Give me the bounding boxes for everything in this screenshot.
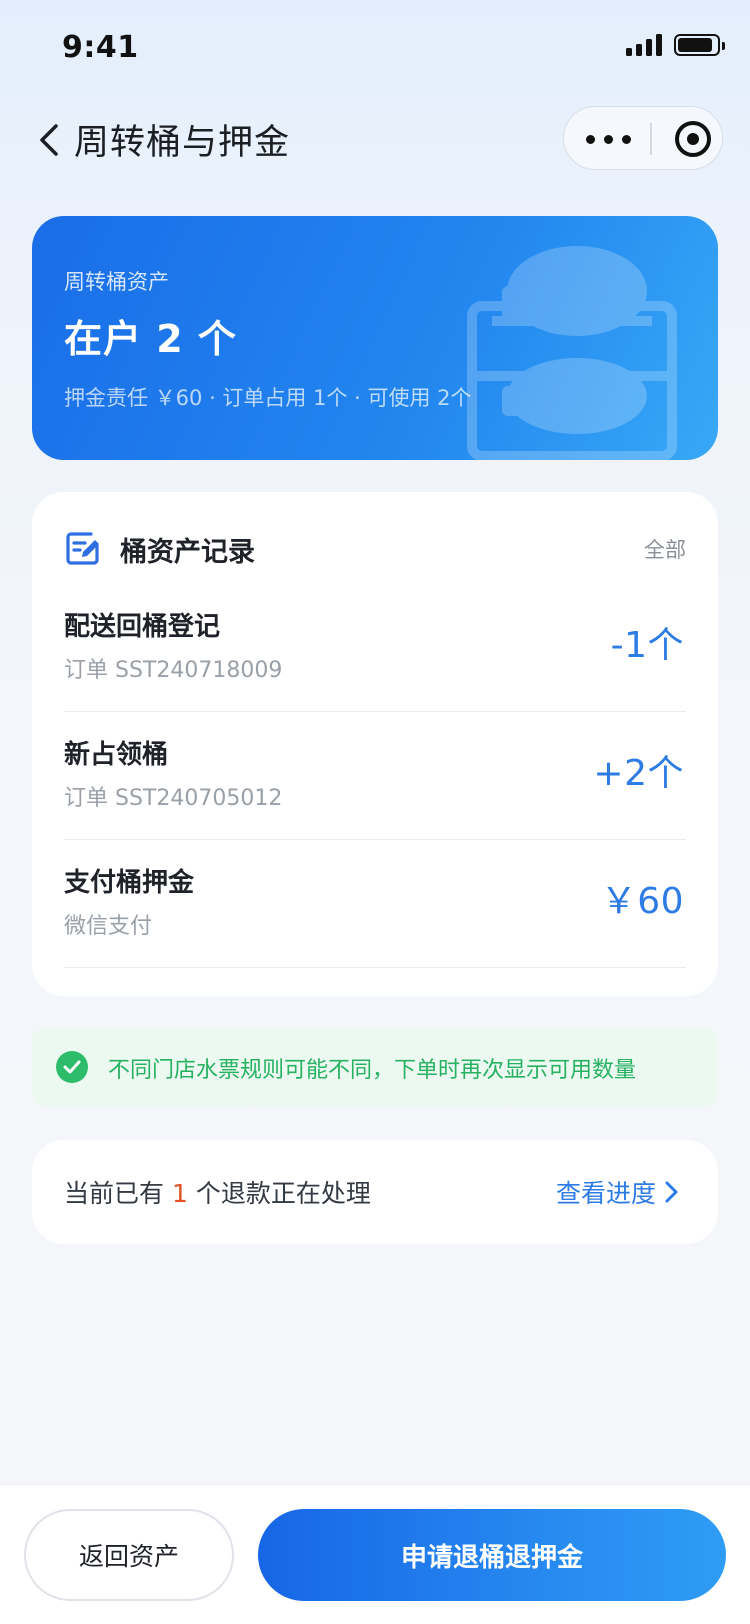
capsule-divider xyxy=(650,123,652,155)
more-icon[interactable] xyxy=(586,125,632,153)
refund-count: 1 xyxy=(172,1179,188,1208)
status-bar: 9:41 xyxy=(0,0,750,96)
bottom-action-bar: 返回资产 申请退桶退押金 xyxy=(0,1484,750,1624)
asset-summary-card: 周转桶资产 在户 2 个 押金责任 ￥60 · 订单占用 1个 · 可使用 2个 xyxy=(32,216,718,460)
refund-status-text: 当前已有 1 个退款正在处理 xyxy=(64,1174,371,1210)
records-view-all-link[interactable]: 全部 xyxy=(644,534,686,564)
refund-prefix: 当前已有 xyxy=(64,1179,165,1208)
record-title: 新占领桶 xyxy=(64,740,169,770)
back-to-assets-button[interactable]: 返回资产 xyxy=(24,1509,234,1601)
records-edit-icon xyxy=(66,532,99,565)
bucket-records-card: 桶资产记录 全部 配送回桶登记 订单 SST240718009 -1个 新占领桶… xyxy=(32,492,718,996)
notice-text: 不同门店水票规则可能不同，下单时再次显示可用数量 xyxy=(108,1058,637,1083)
asset-count: 在户 2 个 xyxy=(64,317,237,361)
view-progress-link[interactable]: 查看进度 xyxy=(556,1174,656,1210)
page-title: 周转桶与押金 xyxy=(74,123,291,163)
asset-label: 周转桶资产 xyxy=(64,270,169,294)
asset-meta: 押金责任 ￥60 · 订单占用 1个 · 可使用 2个 xyxy=(64,386,472,410)
record-subtitle: 微信支付 xyxy=(64,914,153,939)
close-target-icon[interactable] xyxy=(675,121,711,157)
refund-status-bar[interactable]: 当前已有 1 个退款正在处理 查看进度 xyxy=(32,1140,718,1244)
records-title: 桶资产记录 xyxy=(120,537,255,568)
request-refund-button[interactable]: 申请退桶退押金 xyxy=(258,1509,726,1601)
record-value: -1个 xyxy=(610,625,684,666)
rules-notice: 不同门店水票规则可能不同，下单时再次显示可用数量 xyxy=(32,1028,718,1106)
record-value: +2个 xyxy=(593,753,684,794)
signal-icon xyxy=(626,34,662,56)
record-subtitle: 订单 SST240705012 xyxy=(64,786,283,811)
record-value: ￥60 xyxy=(600,881,684,922)
refund-suffix: 个退款正在处理 xyxy=(195,1179,371,1208)
mini-program-capsule xyxy=(563,106,723,170)
back-icon[interactable] xyxy=(30,118,74,162)
record-row[interactable]: 配送回桶登记 订单 SST240718009 -1个 xyxy=(64,584,686,712)
check-circle-icon xyxy=(56,1051,88,1083)
record-title: 支付桶押金 xyxy=(64,868,195,898)
nav-bar: 周转桶与押金 xyxy=(0,96,750,184)
record-title: 配送回桶登记 xyxy=(64,612,221,642)
record-row[interactable]: 新占领桶 订单 SST240705012 +2个 xyxy=(64,712,686,840)
battery-icon xyxy=(674,34,725,56)
record-row[interactable]: 支付桶押金 微信支付 ￥60 xyxy=(64,840,686,968)
record-subtitle: 订单 SST240718009 xyxy=(64,658,283,683)
chevron-right-icon xyxy=(665,1181,678,1203)
status-time: 9:41 xyxy=(62,30,139,65)
water-bucket-rack-icon xyxy=(467,246,677,460)
